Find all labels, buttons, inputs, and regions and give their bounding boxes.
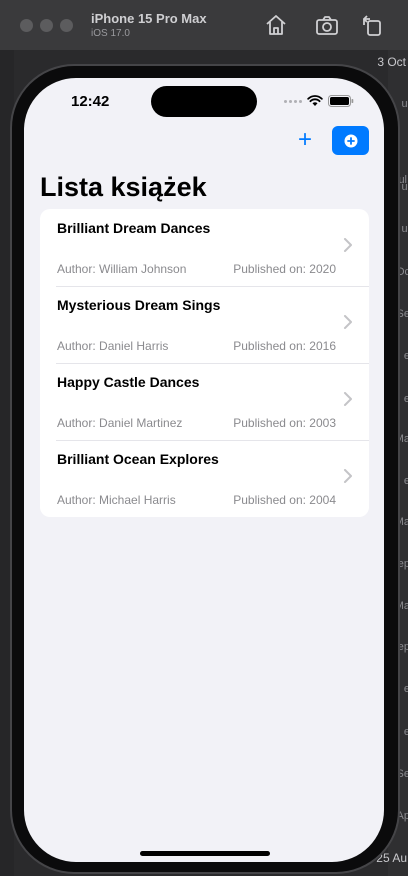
book-published: Published on: 2016 [233, 339, 336, 353]
page-title: Lista książek [40, 172, 207, 202]
device-name: iPhone 15 Pro Max [91, 11, 207, 26]
background-label: ul [401, 98, 408, 110]
book-row[interactable]: Brilliant Ocean Explores Author: Michael… [40, 440, 369, 517]
book-published: Published on: 2004 [233, 493, 336, 507]
background-label: e [403, 393, 408, 405]
book-row[interactable]: Happy Castle Dances Author: Daniel Marti… [40, 363, 369, 440]
plus-circle-icon [344, 134, 357, 147]
background-label: e [403, 350, 408, 362]
background-date: 3 Oct [377, 55, 406, 69]
add-plus-button[interactable]: + [295, 128, 315, 152]
home-indicator[interactable] [140, 851, 270, 856]
background-label: Se [396, 308, 408, 320]
book-author: Author: William Johnson [57, 262, 187, 276]
book-author: Author: Daniel Martinez [57, 416, 183, 430]
background-label: e [403, 475, 408, 487]
book-row[interactable]: Mysterious Dream Sings Author: Daniel Ha… [40, 286, 369, 363]
simulator-title-bar: iPhone 15 Pro Max iOS 17.0 [0, 0, 408, 50]
background-label: ep [397, 558, 408, 570]
background-date: 25 Au [376, 851, 407, 865]
book-author: Author: Daniel Harris [57, 339, 169, 353]
background-label: ul [401, 223, 408, 235]
chevron-right-icon [344, 392, 352, 406]
status-time: 12:42 [71, 93, 110, 110]
screenshot-icon[interactable] [315, 13, 339, 37]
book-title: Mysterious Dream Sings [57, 297, 221, 313]
book-published: Published on: 2003 [233, 416, 336, 430]
chevron-right-icon [344, 315, 352, 329]
background-label: Se [396, 768, 408, 780]
background-label: e [403, 726, 408, 738]
chevron-right-icon [344, 238, 352, 252]
dynamic-island [151, 86, 257, 117]
background-label: ul [398, 174, 407, 186]
book-published: Published on: 2020 [233, 262, 336, 276]
book-title: Happy Castle Dances [57, 374, 200, 390]
signal-dots-icon [284, 99, 302, 103]
book-row[interactable]: Brilliant Dream Dances Author: William J… [40, 209, 369, 286]
book-list: Brilliant Dream Dances Author: William J… [40, 209, 369, 517]
minimize-window-button[interactable] [40, 19, 53, 32]
background-label: Ap [396, 810, 408, 822]
rotate-icon[interactable] [360, 13, 384, 37]
book-author: Author: Michael Harris [57, 493, 176, 507]
background-label: e [403, 683, 408, 695]
phone-screen: 12:42 + Lista książek Brilliant Dream Da… [24, 78, 384, 862]
wifi-icon [307, 95, 323, 106]
add-book-button[interactable] [332, 126, 369, 155]
status-indicators [284, 95, 354, 107]
battery-icon [328, 95, 354, 107]
os-version: iOS 17.0 [91, 28, 130, 39]
close-window-button[interactable] [20, 19, 33, 32]
book-title: Brilliant Ocean Explores [57, 451, 219, 467]
background-label: ep [397, 641, 408, 653]
zoom-window-button[interactable] [60, 19, 73, 32]
book-title: Brilliant Dream Dances [57, 220, 211, 236]
home-icon[interactable] [264, 13, 288, 37]
chevron-right-icon [344, 469, 352, 483]
